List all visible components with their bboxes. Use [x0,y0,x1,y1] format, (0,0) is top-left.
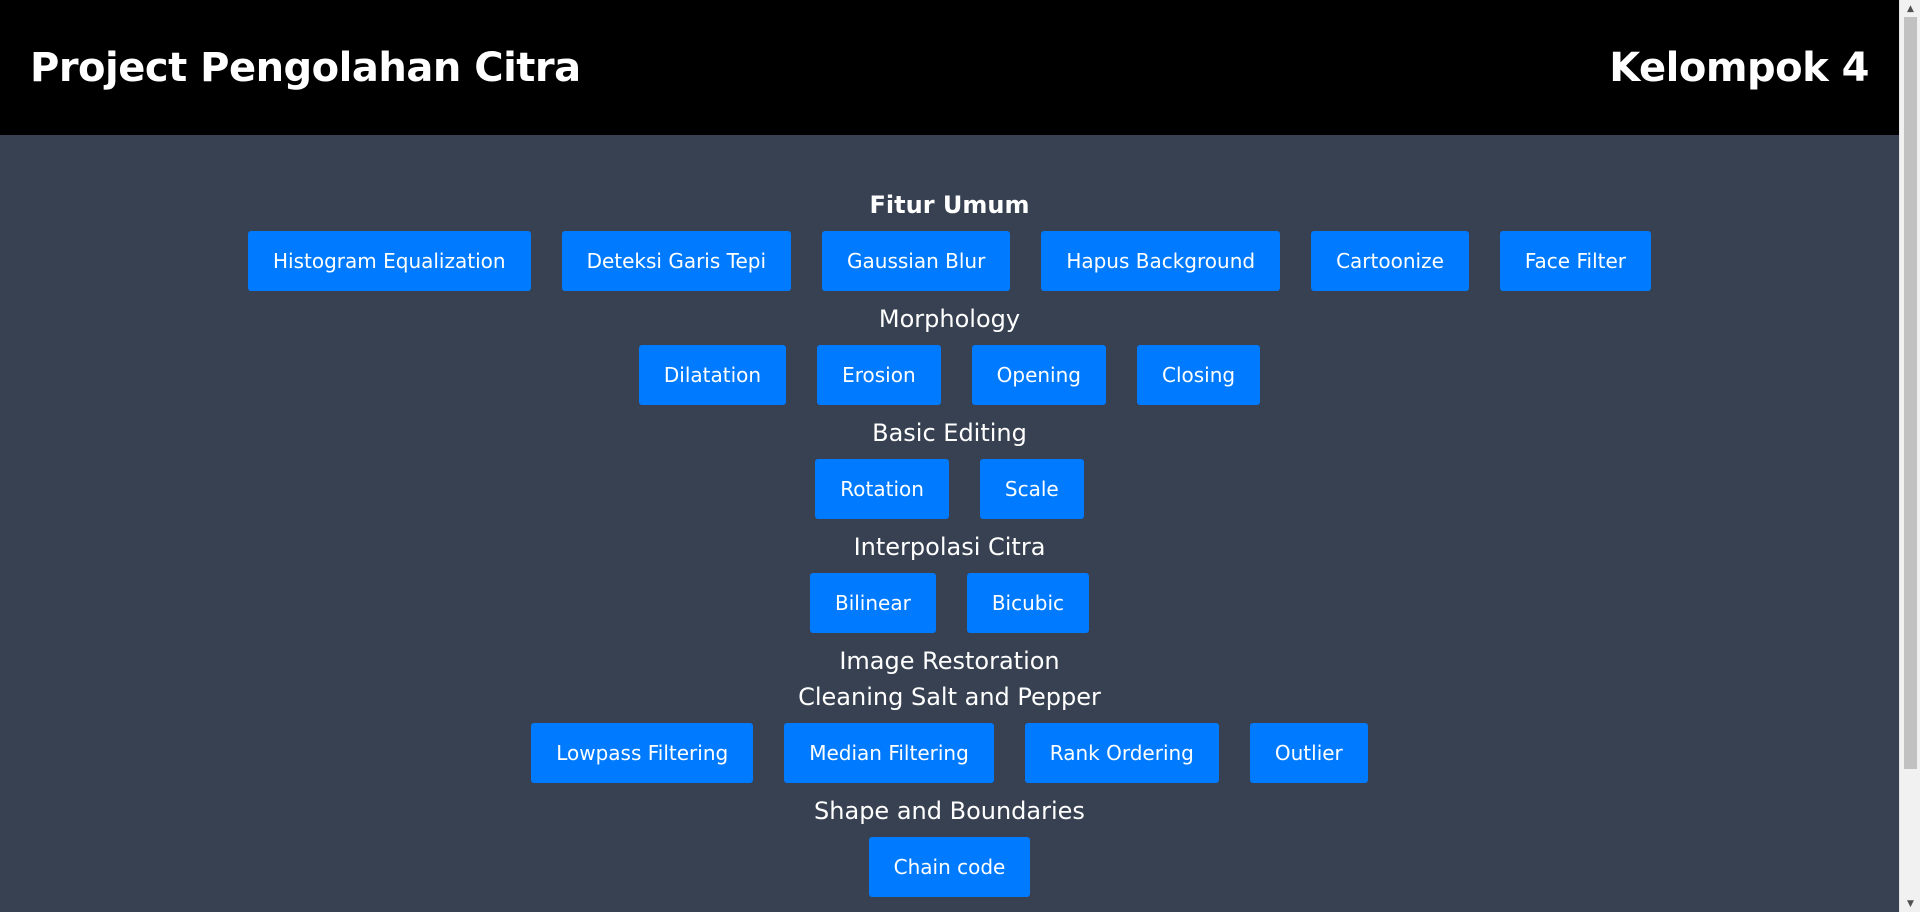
header: Project Pengolahan Citra Kelompok 4 [0,0,1899,135]
dilatation-button[interactable]: Dilatation [638,345,787,405]
opening-button[interactable]: Opening [971,345,1106,405]
deteksi-garis-tepi-button[interactable]: Deteksi Garis Tepi [561,231,792,291]
outlier-button[interactable]: Outlier [1249,723,1368,783]
section-title-shape-boundaries: Shape and Boundaries [814,797,1085,825]
scroll-up-arrow-icon[interactable]: ▲ [1900,0,1920,17]
scale-button[interactable]: Scale [979,459,1084,519]
app-title: Project Pengolahan Citra [30,44,581,91]
basic-editing-buttons: Rotation Scale [815,459,1084,519]
gaussian-blur-button[interactable]: Gaussian Blur [822,231,1011,291]
scrollbar-thumb[interactable] [1904,17,1917,769]
main-content: Fitur Umum Histogram Equalization Deteks… [0,135,1899,907]
section-title-image-restoration: Image Restoration [839,647,1060,675]
section-title-basic-editing: Basic Editing [872,419,1027,447]
morphology-buttons: Dilatation Erosion Opening Closing [638,345,1261,405]
rotation-button[interactable]: Rotation [815,459,949,519]
section-title-interpolasi-citra: Interpolasi Citra [853,533,1046,561]
closing-button[interactable]: Closing [1136,345,1261,405]
vertical-scrollbar[interactable]: ▲ ▼ [1899,0,1920,912]
section-title-morphology: Morphology [878,305,1021,333]
interpolasi-buttons: Bilinear Bicubic [809,573,1090,633]
browser-viewport: Project Pengolahan Citra Kelompok 4 Fitu… [0,0,1920,912]
page: Project Pengolahan Citra Kelompok 4 Fitu… [0,0,1899,912]
scroll-down-arrow-icon[interactable]: ▼ [1900,895,1920,912]
section-subtitle-cleaning-salt-pepper: Cleaning Salt and Pepper [798,683,1101,711]
erosion-button[interactable]: Erosion [817,345,941,405]
cartoonize-button[interactable]: Cartoonize [1311,231,1469,291]
lowpass-filtering-button[interactable]: Lowpass Filtering [531,723,754,783]
rank-ordering-button[interactable]: Rank Ordering [1024,723,1219,783]
bilinear-button[interactable]: Bilinear [809,573,936,633]
group-name: Kelompok 4 [1609,44,1869,91]
shape-buttons: Chain code [868,837,1031,897]
fitur-umum-buttons: Histogram Equalization Deteksi Garis Tep… [248,231,1651,291]
face-filter-button[interactable]: Face Filter [1499,231,1651,291]
hapus-background-button[interactable]: Hapus Background [1041,231,1281,291]
median-filtering-button[interactable]: Median Filtering [784,723,994,783]
section-title-fitur-umum: Fitur Umum [869,191,1030,219]
restoration-buttons: Lowpass Filtering Median Filtering Rank … [531,723,1368,783]
histogram-equalization-button[interactable]: Histogram Equalization [248,231,531,291]
chain-code-button[interactable]: Chain code [868,837,1031,897]
bicubic-button[interactable]: Bicubic [966,573,1090,633]
